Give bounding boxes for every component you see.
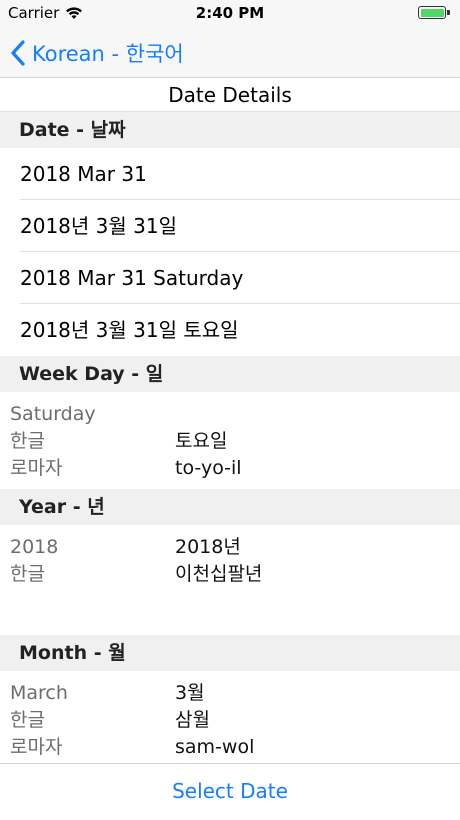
section-header-date: Date - 날짜 xyxy=(0,112,460,148)
detail-line: 한글 토요일 xyxy=(10,428,460,455)
detail-value: 이천십팔년 xyxy=(175,563,263,585)
detail-label: March xyxy=(10,682,68,704)
weekday-details: Saturday 한글 토요일 로마자 to-yo-il xyxy=(0,392,460,489)
detail-value: 2018년 xyxy=(175,536,241,558)
detail-value: 삼월 xyxy=(175,709,210,731)
back-button[interactable]: Korean - 한국어 xyxy=(10,38,184,68)
section-header-year: Year - 년 xyxy=(0,489,460,525)
section-header-month: Month - 월 xyxy=(0,635,460,671)
section-header-weekday: Week Day - 일 xyxy=(0,356,460,392)
page-title: Date Details xyxy=(0,78,460,112)
detail-line: Saturday xyxy=(10,401,460,428)
select-date-button[interactable]: Select Date xyxy=(172,779,288,803)
battery-icon xyxy=(418,6,446,19)
detail-line: 한글 이천십팔년 xyxy=(10,561,460,588)
detail-label: 한글 xyxy=(10,709,45,731)
status-time: 2:40 PM xyxy=(195,4,265,22)
detail-label: 로마자 xyxy=(10,736,63,758)
status-bar: Carrier 2:40 PM xyxy=(0,0,460,26)
detail-value: to-yo-il xyxy=(175,457,242,479)
detail-line: 로마자 to-yo-il xyxy=(10,455,460,482)
date-row[interactable]: 2018년 3월 31일 토요일 xyxy=(0,304,460,356)
detail-line: 한글 삼월 xyxy=(10,707,460,734)
bottom-bar: Select Date xyxy=(0,763,460,818)
detail-line: March 3월 xyxy=(10,680,460,707)
date-row[interactable]: 2018년 3월 31일 xyxy=(0,200,460,252)
detail-line: 2018 2018년 xyxy=(10,534,460,561)
detail-value: sam-wol xyxy=(175,736,255,758)
battery-level-fill xyxy=(420,8,444,17)
navigation-bar: Korean - 한국어 xyxy=(0,26,460,78)
detail-line: 로마자 sam-wol xyxy=(10,734,460,761)
detail-label: 2018 xyxy=(10,536,59,558)
detail-label: 한글 xyxy=(10,563,45,585)
date-row[interactable]: 2018 Mar 31 Saturday xyxy=(0,252,460,304)
chevron-left-icon xyxy=(11,40,25,66)
content: Date - 날짜 2018 Mar 31 2018년 3월 31일 2018 … xyxy=(0,112,460,768)
detail-value: 토요일 xyxy=(175,430,228,452)
detail-label: Saturday xyxy=(10,403,96,425)
back-button-label: Korean - 한국어 xyxy=(32,42,184,66)
detail-value: 3월 xyxy=(175,682,205,704)
year-details: 2018 2018년 한글 이천십팔년 xyxy=(0,525,460,635)
month-details: March 3월 한글 삼월 로마자 sam-wol xyxy=(0,671,460,768)
detail-label: 한글 xyxy=(10,430,45,452)
date-row[interactable]: 2018 Mar 31 xyxy=(0,148,460,200)
detail-label: 로마자 xyxy=(10,457,63,479)
battery-cap xyxy=(447,10,450,15)
